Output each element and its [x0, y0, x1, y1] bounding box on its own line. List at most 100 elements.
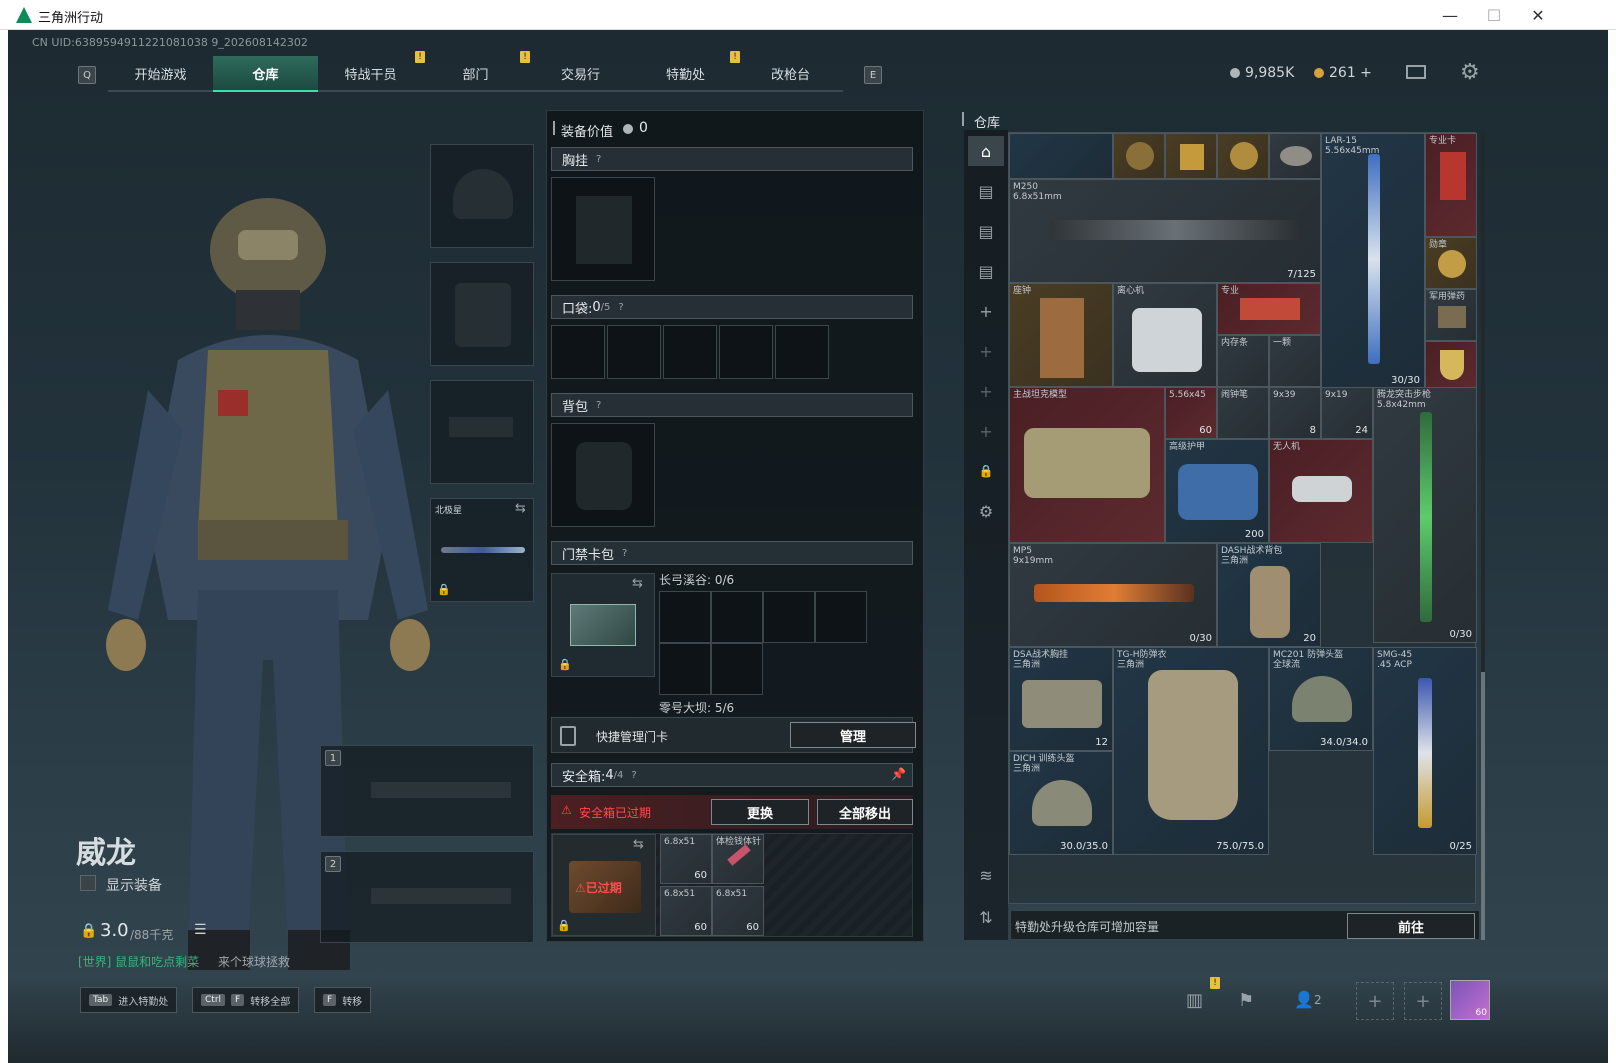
swap-icon[interactable]: ⇆ — [633, 837, 644, 852]
card-item[interactable]: 专业卡 — [1425, 133, 1477, 237]
tab-warehouse[interactable]: 仓库 — [213, 56, 318, 92]
gpu-item[interactable]: 专业 — [1217, 283, 1321, 335]
syringe-item[interactable]: 体检钱体针 — [712, 834, 764, 884]
tab-start-game[interactable]: 开始游戏 — [108, 56, 213, 92]
chest-rig-slot[interactable] — [551, 177, 655, 281]
backpack-slot[interactable] — [551, 423, 655, 527]
tgh-armor-item[interactable]: TG-H防弹衣 三角洲 75.0/75.0 — [1113, 647, 1269, 855]
manage-button[interactable]: 管理 — [790, 722, 916, 748]
pocket-slot[interactable] — [663, 325, 717, 379]
safe-box-slot[interactable]: ⇆ ⚠已过期 🔒 — [552, 834, 656, 936]
lock-icon[interactable]: 🔒 — [968, 456, 1004, 486]
armor-slot[interactable] — [430, 262, 534, 366]
pen-item[interactable]: 闹钟笔 — [1217, 387, 1269, 439]
m250-machine-gun-item[interactable]: M250 6.8x51mm 7/125 — [1009, 179, 1321, 283]
medal-item[interactable] — [1113, 133, 1165, 179]
stats-chart-icon[interactable]: ▥ — [1186, 990, 1203, 1011]
keycard-slot[interactable] — [763, 591, 815, 643]
sort-icon[interactable]: ⇅ — [968, 902, 1004, 932]
ammo-item[interactable]: 9x39 8 — [1269, 387, 1321, 439]
pocket-slot[interactable] — [607, 325, 661, 379]
trophy-item[interactable] — [1425, 341, 1477, 389]
maximize-button[interactable]: ☐ — [1472, 2, 1516, 28]
layers-icon[interactable]: ≋ — [968, 860, 1004, 890]
lar15-rifle-item[interactable]: LAR-15 5.56x45mm 30/30 — [1321, 133, 1425, 389]
pin-icon[interactable]: 📌 — [891, 767, 906, 781]
dash-backpack-item[interactable]: DASH战术背包 三角洲 20 — [1217, 543, 1321, 647]
disc-item[interactable] — [1269, 133, 1321, 179]
move-all-button[interactable]: 全部移出 — [817, 799, 913, 825]
coin-item[interactable] — [1217, 133, 1269, 179]
storage-tab-2-icon[interactable]: ▤ — [968, 256, 1004, 286]
player-avatar[interactable]: 60 — [1450, 980, 1490, 1020]
keycard-slot[interactable] — [659, 643, 711, 695]
help-icon[interactable]: ? — [596, 400, 601, 411]
add-tab-icon[interactable]: + — [968, 416, 1004, 446]
minimize-button[interactable]: — — [1428, 2, 1472, 28]
mail-icon[interactable] — [1406, 65, 1426, 79]
tank-model-item[interactable]: 主战坦克模型 — [1009, 387, 1165, 543]
show-equipment-checkbox[interactable] — [80, 875, 96, 891]
ammo-crate-item[interactable]: 军用弹药 — [1425, 289, 1477, 341]
help-icon[interactable]: ? — [631, 770, 636, 781]
add-party-member-button[interactable]: + — [1356, 982, 1394, 1020]
swap-icon[interactable]: ⇆ — [632, 576, 643, 591]
tab-gunsmith[interactable]: 改枪台 — [738, 56, 843, 92]
tab-trade[interactable]: 交易行 — [528, 56, 633, 92]
keycard-slot[interactable] — [659, 591, 711, 643]
settings-gear-icon[interactable]: ⚙ — [968, 496, 1004, 526]
storage-scrollbar[interactable] — [1481, 132, 1485, 940]
tab-special-ops[interactable]: 特勤处! — [633, 51, 740, 92]
keycard-case-slot[interactable]: ⇆ 🔒 — [551, 573, 655, 677]
primary-weapon-slot-2[interactable]: 2 — [320, 851, 534, 943]
replace-button[interactable]: 更换 — [711, 799, 809, 825]
ammo-item[interactable]: 6.8x51 60 — [660, 834, 712, 884]
storage-tab-4-icon[interactable]: ▤ — [968, 176, 1004, 206]
add-tab-icon[interactable]: + — [968, 336, 1004, 366]
dsa-chest-rig-item[interactable]: DSA战术胸挂 三角洲 12 — [1009, 647, 1113, 751]
drone-item[interactable]: 无人机 — [1269, 439, 1373, 543]
pocket-slot[interactable] — [719, 325, 773, 379]
enter-special-ops-hint[interactable]: Tab 进入特勤处 — [80, 987, 178, 1013]
pen-item[interactable]: 一颗 — [1269, 335, 1321, 387]
tab-department[interactable]: 部门! — [423, 51, 530, 92]
nav-prev-key[interactable]: Q — [78, 66, 96, 84]
ammo-item[interactable]: 5.56x45 60 — [1165, 387, 1217, 439]
ammo-item[interactable]: 9x19 24 — [1321, 387, 1373, 439]
mp5-item[interactable]: MP5 9x19mm 0/30 — [1009, 543, 1217, 647]
transfer-all-hint[interactable]: Ctrl F 转移全部 — [192, 987, 300, 1013]
add-party-member-button[interactable]: + — [1404, 982, 1442, 1020]
transfer-hint[interactable]: F 转移 — [314, 987, 372, 1013]
pocket-slot[interactable] — [775, 325, 829, 379]
keycard-slot[interactable] — [711, 591, 763, 643]
help-icon[interactable]: ? — [622, 548, 627, 559]
armor-bag-item[interactable]: 高级护甲 200 — [1165, 439, 1269, 543]
primary-weapon-slot-1[interactable]: 1 — [320, 745, 534, 837]
keycard-slot[interactable] — [711, 643, 763, 695]
medal-item[interactable]: 勋章 — [1425, 237, 1477, 289]
dragon-rifle-item[interactable]: 腾龙突击步枪 5.8x42mm 0/30 — [1373, 387, 1477, 643]
goto-button[interactable]: 前往 — [1347, 913, 1475, 939]
add-tab-icon[interactable]: + — [968, 296, 1004, 326]
memory-item[interactable]: 内存条 — [1217, 335, 1269, 387]
help-icon[interactable]: ? — [618, 302, 623, 313]
friends-icon[interactable]: 👤 — [1294, 990, 1314, 1009]
flag-icon[interactable]: ⚑ — [1238, 990, 1254, 1011]
pocket-slot[interactable] — [551, 325, 605, 379]
melee-slot[interactable]: 北极星 ⇆ 🔒 — [430, 498, 534, 602]
clock-tower-item[interactable]: 座钟 — [1009, 283, 1113, 387]
ammo-item[interactable]: 6.8x51 60 — [712, 886, 764, 936]
settings-gear-icon[interactable]: ⚙ — [1460, 60, 1480, 85]
pistol-slot[interactable] — [430, 380, 534, 484]
storage-tab-3-icon[interactable]: ▤ — [968, 216, 1004, 246]
keycard-slot[interactable] — [815, 591, 867, 643]
helmet-slot[interactable] — [430, 144, 534, 248]
scrollbar-thumb[interactable] — [1481, 672, 1485, 940]
dich-helmet-item[interactable]: DICH 训练头盔 三角洲 30.0/35.0 — [1009, 751, 1113, 855]
gold-bar-item[interactable] — [1165, 133, 1217, 179]
nav-next-key[interactable]: E — [864, 66, 882, 84]
gold-balance[interactable]: 261 + — [1314, 65, 1372, 81]
add-tab-icon[interactable]: + — [968, 376, 1004, 406]
mc201-helmet-item[interactable]: MC201 防弹头盔 全球流 34.0/34.0 — [1269, 647, 1373, 751]
list-icon[interactable]: ☰ — [194, 922, 207, 938]
